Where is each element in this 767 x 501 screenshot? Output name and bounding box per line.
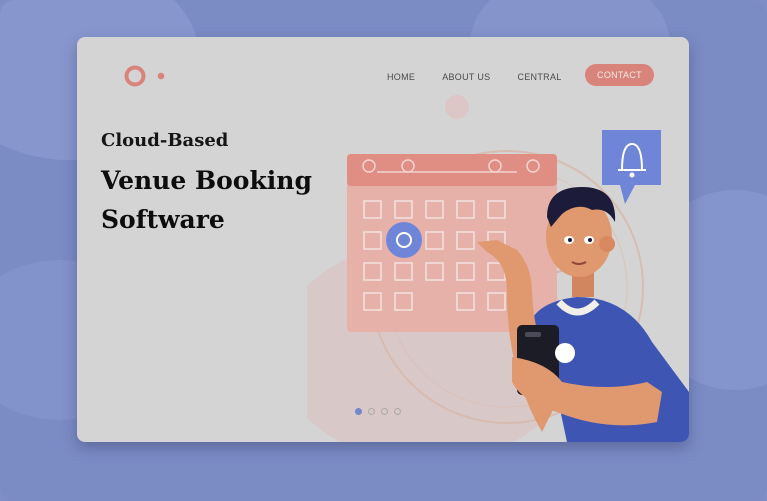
carousel-indicator bbox=[355, 408, 401, 415]
nav-item-about-us[interactable]: ABOUT US bbox=[442, 72, 490, 82]
contact-button[interactable]: CONTACT bbox=[585, 64, 654, 86]
carousel-dot[interactable] bbox=[355, 408, 362, 415]
pointer-cursor bbox=[555, 343, 575, 363]
carousel-dot[interactable] bbox=[381, 408, 388, 415]
notification-bell-icon bbox=[602, 130, 661, 204]
hero-illustration bbox=[307, 95, 689, 442]
nav-item-central[interactable]: CENTRAL bbox=[517, 72, 561, 82]
carousel-dot[interactable] bbox=[368, 408, 375, 415]
decor-circle bbox=[445, 95, 469, 119]
top-navigation: HOME ABOUT US CENTRAL bbox=[387, 67, 589, 87]
nav-item-home[interactable]: HOME bbox=[387, 72, 415, 82]
landing-card: HOME ABOUT US CENTRAL CONTACT Cloud-Base… bbox=[77, 37, 689, 442]
hero-subtitle: Cloud-Based bbox=[101, 130, 229, 151]
brand-logo-icon[interactable] bbox=[123, 64, 193, 88]
carousel-dot[interactable] bbox=[394, 408, 401, 415]
